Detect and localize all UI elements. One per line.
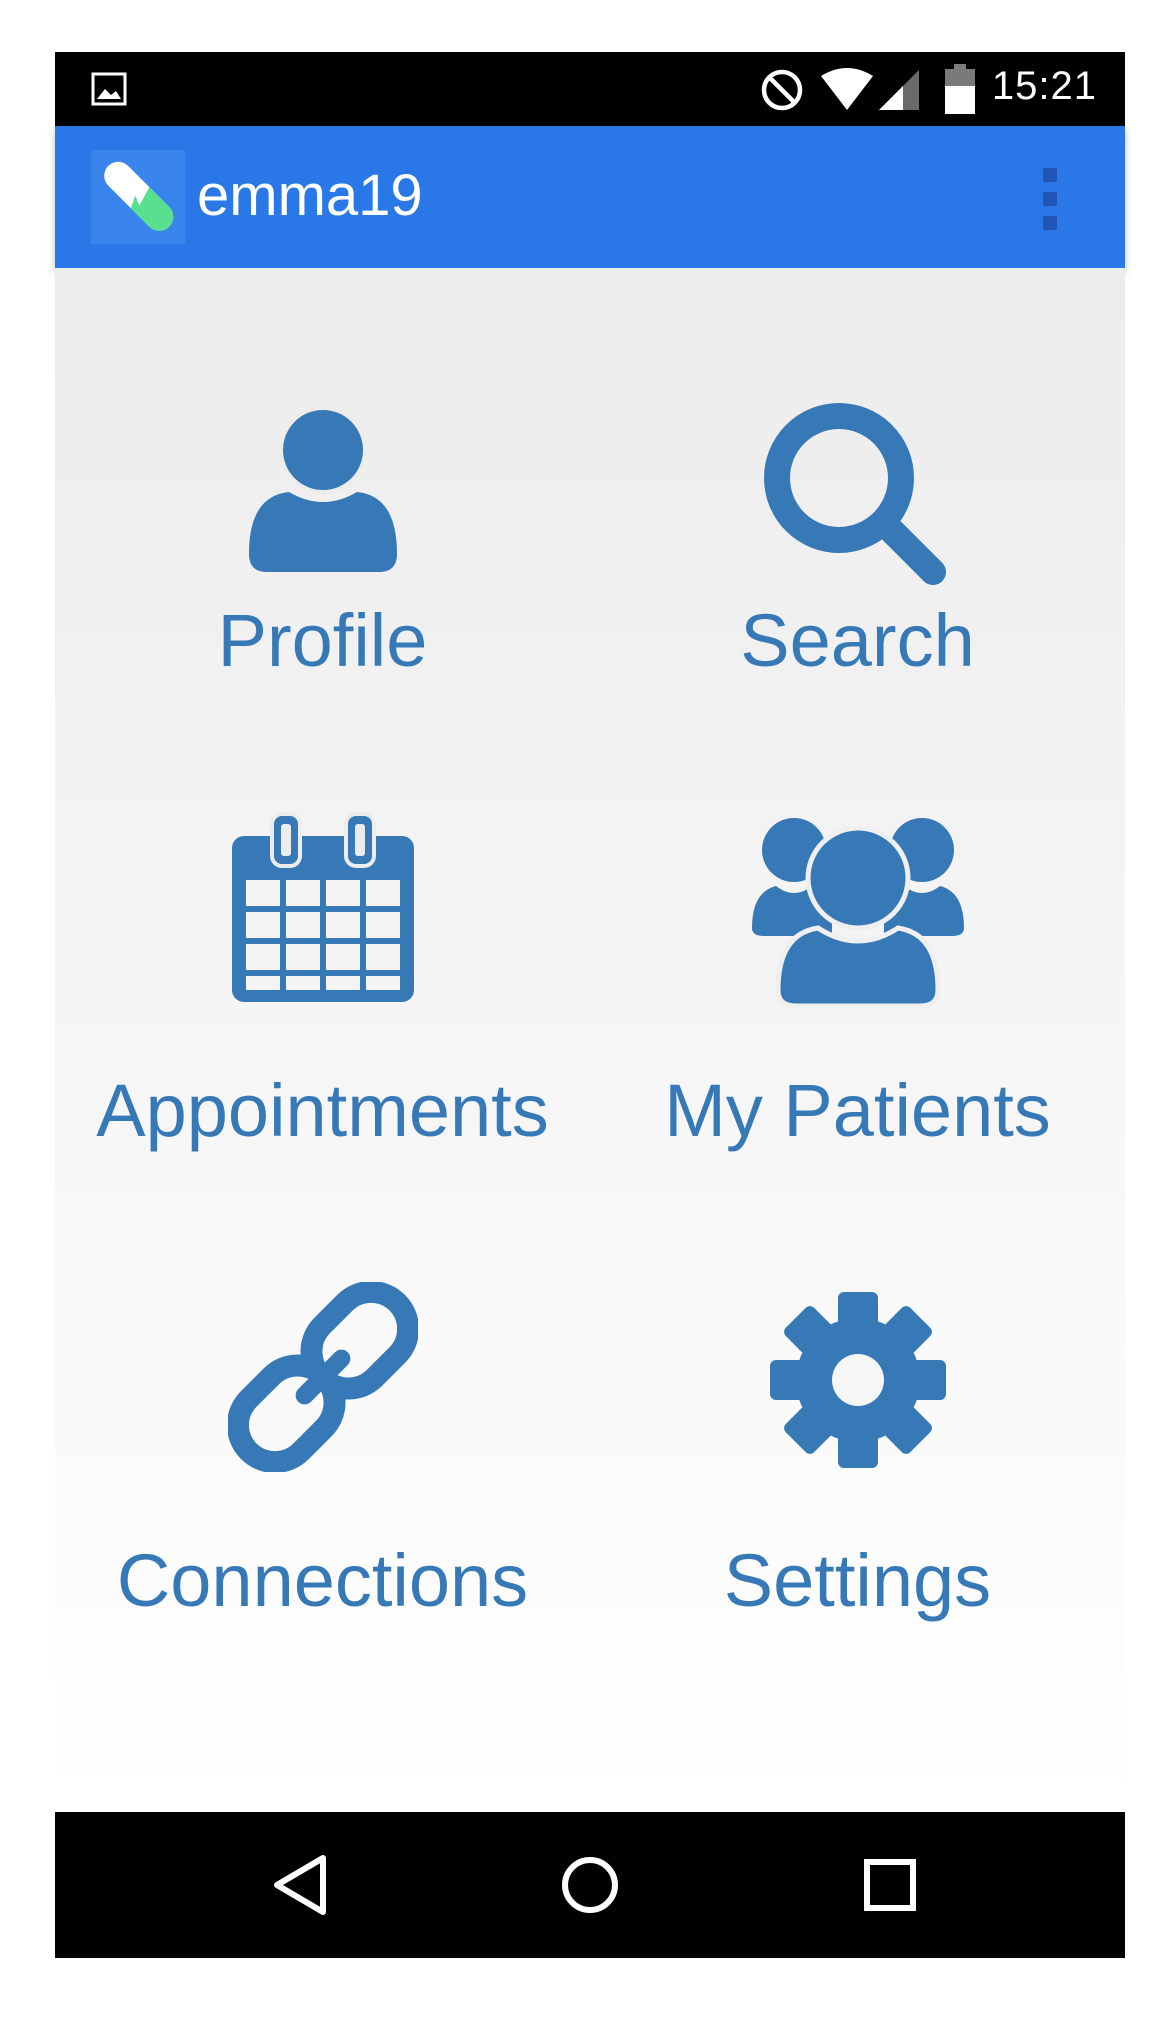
tile-my-patients[interactable]: My Patients [590,798,1125,1268]
group-icon [751,818,964,1008]
magnifier-icon [763,403,946,585]
back-icon[interactable] [265,1850,335,1920]
app-title: emma19 [197,163,423,228]
wifi-icon [821,68,873,110]
image-notification-icon [91,72,127,106]
cell-signal-icon [879,70,919,110]
navigation-bar [55,1812,1125,1958]
gear-icon [769,1292,946,1468]
calendar-icon [231,812,414,1002]
status-time: 15:21 [991,64,1097,108]
main-menu-grid: Profile Search Appointments My Patients … [55,268,1125,1812]
do-not-disturb-icon [761,69,803,111]
phone-screen: 15:21 emma19 Profile Search Appointments… [55,52,1125,1958]
tile-label: Profile [217,599,428,682]
tile-appointments[interactable]: Appointments [55,798,590,1268]
tile-label: Connections [116,1539,529,1622]
overflow-menu-icon[interactable] [1039,168,1061,230]
status-bar: 15:21 [55,52,1125,126]
tile-search[interactable]: Search [590,328,1125,798]
tile-connections[interactable]: Connections [55,1268,590,1738]
tile-label: Appointments [96,1069,549,1152]
link-icon [227,1282,418,1472]
home-icon[interactable] [555,1850,625,1920]
tile-profile[interactable]: Profile [55,328,590,798]
battery-icon [945,64,975,114]
person-icon [248,406,397,572]
tile-label: Search [740,599,975,682]
recents-icon[interactable] [855,1850,925,1920]
tile-label: Settings [723,1539,992,1622]
tile-settings[interactable]: Settings [590,1268,1125,1738]
pill-logo-icon [91,150,185,244]
app-bar: emma19 [55,126,1125,268]
tile-label: My Patients [664,1069,1051,1152]
